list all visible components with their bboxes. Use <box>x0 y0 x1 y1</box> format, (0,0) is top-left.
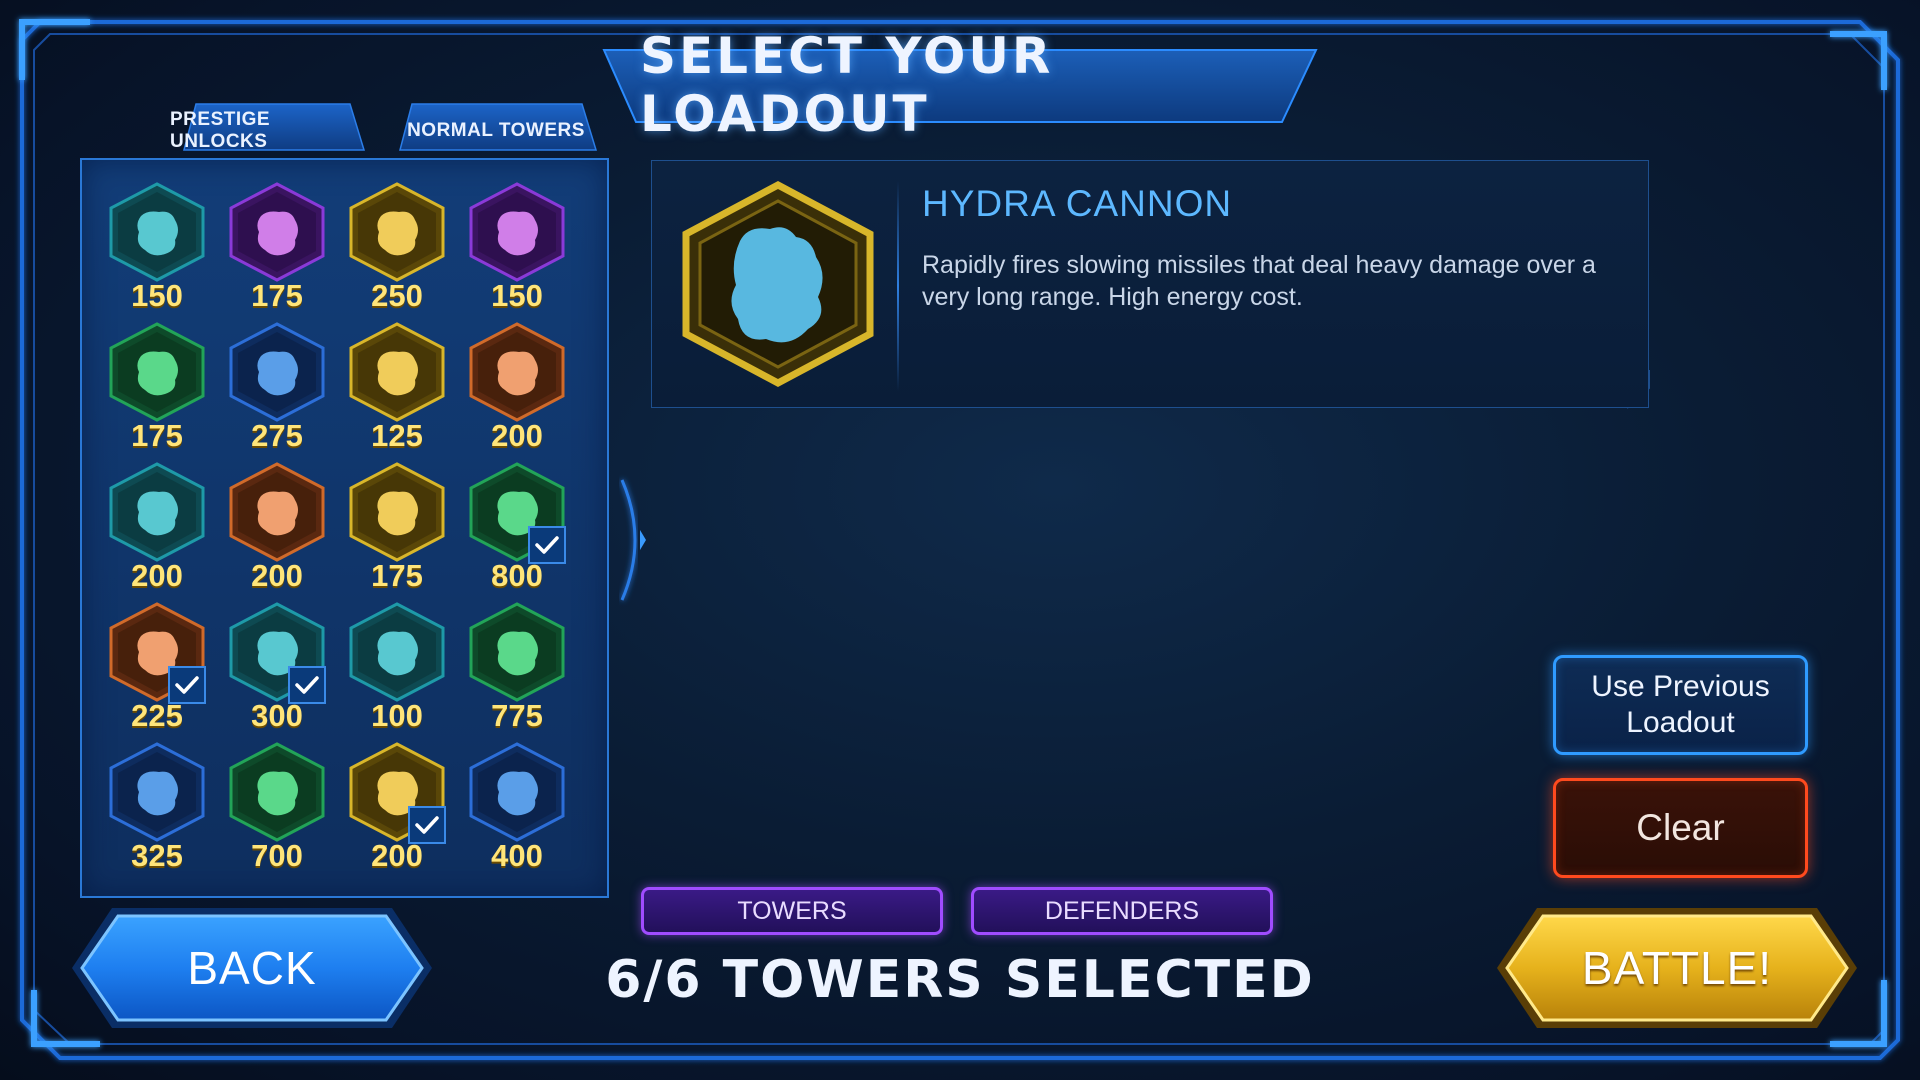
tower-cost: 150 <box>131 278 183 313</box>
tower-tile[interactable]: 175 <box>102 322 212 457</box>
back-button[interactable]: BACK <box>72 908 432 1028</box>
mortar-icon <box>229 182 325 282</box>
back-button-label: BACK <box>187 942 317 994</box>
tower-tile[interactable]: 200 <box>222 462 332 597</box>
tab-prestige-unlocks[interactable]: PRESTIGE UNLOCKS <box>170 109 370 152</box>
shield-icon <box>349 462 445 562</box>
tower-cost: 775 <box>491 698 543 733</box>
tower-cost: 175 <box>251 278 303 313</box>
detail-divider <box>897 181 899 391</box>
tower-cost: 200 <box>131 558 183 593</box>
tower-tile[interactable]: 100 <box>342 602 452 737</box>
checkmark-icon <box>168 666 206 704</box>
tower-tile[interactable]: 175 <box>342 462 452 597</box>
flask-icon <box>469 182 565 282</box>
tower-cost: 325 <box>131 838 183 873</box>
gatling-icon <box>109 462 205 562</box>
tower-tile[interactable]: 200 <box>342 742 452 877</box>
pawn-icon <box>349 322 445 422</box>
tab-normal-towers[interactable]: NORMAL TOWERS <box>390 110 602 152</box>
antenna-icon <box>229 322 325 422</box>
towers-filter-button[interactable]: TOWERS <box>641 887 943 935</box>
blob-icon <box>349 602 445 702</box>
tower-cost: 200 <box>251 558 303 593</box>
tower-cost: 400 <box>491 838 543 873</box>
battle-button[interactable]: BATTLE! <box>1497 908 1857 1028</box>
tower-tile[interactable]: 800 <box>462 462 572 597</box>
clear-button[interactable]: Clear <box>1553 778 1808 878</box>
turret-icon <box>109 182 205 282</box>
tower-tile[interactable]: 250 <box>342 182 452 317</box>
tower-description: Rapidly fires slowing missiles that deal… <box>922 251 1596 311</box>
tower-tile[interactable]: 175 <box>222 182 332 317</box>
tower-tile[interactable]: 325 <box>102 742 212 877</box>
tower-detail-panel: HYDRA CANNON Rapidly fires slowing missi… <box>651 160 1649 408</box>
battle-button-label: BATTLE! <box>1581 942 1773 994</box>
defenders-filter-button[interactable]: DEFENDERS <box>971 887 1273 935</box>
tower-tile[interactable]: 775 <box>462 602 572 737</box>
tower-cost: 200 <box>491 418 543 453</box>
spire-icon <box>469 742 565 842</box>
tower-cost: 175 <box>131 418 183 453</box>
checkmark-icon <box>528 526 566 564</box>
tower-cost: 150 <box>491 278 543 313</box>
tower-tile[interactable]: 150 <box>462 182 572 317</box>
tower-cost: 700 <box>251 838 303 873</box>
beacon-icon <box>109 742 205 842</box>
page-title: SELECT YOUR LOADOUT <box>640 27 1054 143</box>
artillery-icon <box>109 322 205 422</box>
tower-grid: 150 175 250 150 175 275 125 200 200 200 175 800 225 3… <box>80 158 609 898</box>
tower-tile[interactable]: 150 <box>102 182 212 317</box>
tower-tile[interactable]: 275 <box>222 322 332 457</box>
game-screen: SELECT YOUR LOADOUT PRESTIGE UNLOCKS NOR… <box>0 0 1920 1080</box>
tower-tile[interactable]: 400 <box>462 742 572 877</box>
tower-name: HYDRA CANNON <box>922 183 1233 224</box>
tank-icon <box>469 322 565 422</box>
railgun-icon <box>469 602 565 702</box>
tower-tile[interactable]: 225 <box>102 602 212 737</box>
tower-cost: 100 <box>371 698 423 733</box>
use-previous-loadout-button[interactable]: Use Previous Loadout <box>1553 655 1808 755</box>
tower-tile[interactable]: 200 <box>462 322 572 457</box>
tower-cost: 175 <box>371 558 423 593</box>
tower-tile[interactable]: 300 <box>222 602 332 737</box>
hydra-cannon-icon <box>682 181 874 387</box>
checkmark-icon <box>288 666 326 704</box>
tower-cost: 250 <box>371 278 423 313</box>
checkmark-icon <box>408 806 446 844</box>
selection-status: 6/6 TOWERS SELECTED <box>605 950 1315 1010</box>
tower-tile[interactable]: 200 <box>102 462 212 597</box>
blaster-icon <box>229 462 325 562</box>
cannon-icon <box>349 182 445 282</box>
tower-cost: 275 <box>251 418 303 453</box>
tower-cost: 125 <box>371 418 423 453</box>
tower-tile[interactable]: 700 <box>222 742 332 877</box>
beast-icon <box>229 742 325 842</box>
tower-tile[interactable]: 125 <box>342 322 452 457</box>
